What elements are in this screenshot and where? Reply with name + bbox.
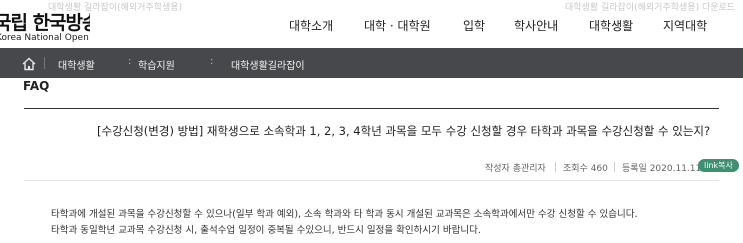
location-bar: 대학생활 : 학습지원 : 대학생활길라잡이 — [0, 48, 743, 78]
post-date: 등록일 2020.11.11 — [622, 164, 702, 174]
gnb-item-admission[interactable]: 입학 — [463, 17, 485, 34]
home-icon[interactable] — [22, 56, 36, 71]
post-views: 조회수 460 — [563, 164, 608, 174]
dropdown-marker: : — [128, 56, 132, 67]
divider — [24, 108, 719, 109]
divider — [555, 162, 556, 172]
global-nav: 대학소개 대학 · 대학원 입학 학사안내 대학생활 지역대학 — [0, 17, 743, 35]
scrolled-top-bar: 대학생활 길라잡이(해외거주학생용) 대학생활 길라잡이(해외거주학생용) 다운… — [0, 0, 743, 14]
dropdown-marker: : — [210, 56, 214, 67]
gnb-item-campus-life[interactable]: 대학생활 — [589, 17, 633, 34]
gnb-item-about[interactable]: 대학소개 — [289, 17, 333, 34]
divider — [24, 180, 719, 181]
ghost-download-text: 대학생활 길라잡이(해외거주학생용) 다운로드 — [565, 3, 736, 13]
gnb-item-regional[interactable]: 지역대학 — [663, 17, 707, 34]
gnb-item-academic[interactable]: 학사안내 — [514, 17, 558, 34]
post-body-line: 타학과에 개설된 과목을 수강신청할 수 있으나(일부 학과 예외), 소속 학… — [51, 209, 638, 220]
location-item-study-support[interactable]: 학습지원 — [138, 57, 175, 72]
link-copy-button[interactable]: link복사 — [698, 159, 739, 172]
divider — [44, 57, 45, 69]
post-title: [수강신청(변경) 방법] 재학생으로 소속학과 1, 2, 3, 4학년 과목… — [97, 124, 711, 138]
divider — [614, 162, 615, 172]
page-title: FAQ — [23, 79, 50, 93]
location-item-guide[interactable]: 대학생활길라잡이 — [231, 57, 305, 72]
post-author: 작성자 총관리자 — [485, 164, 546, 174]
location-item-campus-life[interactable]: 대학생활 — [58, 57, 95, 72]
post-body-line: 타학과 동일학년 교과목 수강신청 시, 출석수업 일정이 중복될 수있으니, … — [51, 225, 481, 236]
gnb-item-colleges[interactable]: 대학 · 대학원 — [364, 17, 431, 34]
